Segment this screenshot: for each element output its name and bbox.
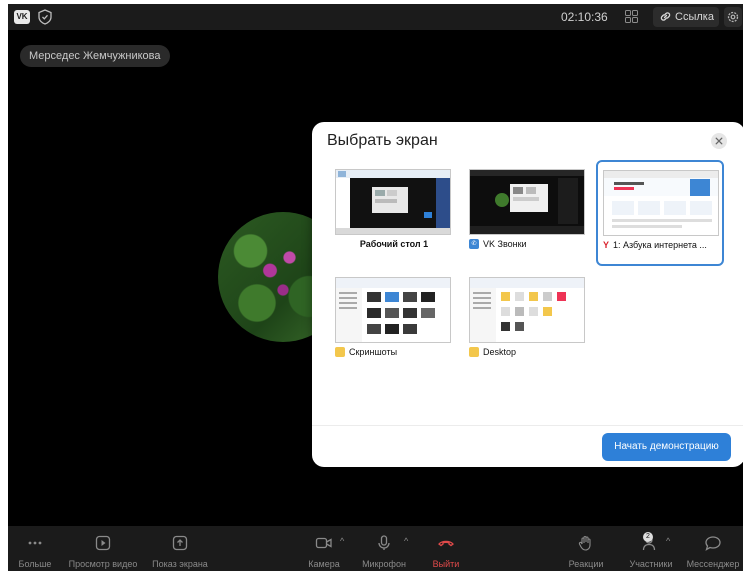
screen-source-label: Desktop	[469, 347, 587, 357]
microphone-options-chevron-icon[interactable]: ^	[404, 536, 408, 546]
top-bar: VK 02:10:36 Ссылка	[8, 4, 743, 30]
screen-source-name: Рабочий стол 1	[359, 239, 429, 249]
screen-source-label: ✆ VK Звонки	[469, 239, 587, 249]
dialog-title: Выбрать экран	[327, 132, 438, 149]
start-demonstration-button[interactable]: Начать демонстрацию	[602, 433, 731, 461]
copy-link-button[interactable]: Ссылка	[653, 7, 719, 27]
reactions-button[interactable]: Реакции	[564, 526, 608, 571]
camera-button[interactable]: Камера	[304, 526, 344, 571]
shield-icon[interactable]	[38, 9, 52, 25]
window-preview-thumbnail	[335, 277, 451, 343]
messenger-label: Мессенджер	[686, 559, 740, 569]
messenger-button[interactable]: Мессенджер	[684, 526, 742, 571]
participants-label: Участники	[629, 559, 673, 569]
participants-button[interactable]: 2 Участники	[626, 526, 676, 571]
participants-options-chevron-icon[interactable]: ^	[666, 536, 670, 546]
close-icon	[715, 137, 723, 145]
watch-video-label: Просмотр видео	[68, 559, 138, 569]
microphone-label: Микрофон	[362, 559, 406, 569]
camera-options-chevron-icon[interactable]: ^	[340, 536, 344, 546]
folder-icon	[469, 347, 479, 357]
yandex-browser-icon: Y	[603, 240, 610, 250]
screen-source-desktop-1[interactable]: Рабочий стол 1	[329, 160, 457, 266]
dialog-divider	[312, 425, 743, 426]
more-label: Больше	[18, 559, 52, 569]
reactions-label: Реакции	[568, 559, 604, 569]
link-icon	[660, 12, 671, 21]
share-screen-button[interactable]: Показ экрана	[148, 526, 212, 571]
window-preview-thumbnail	[469, 277, 585, 343]
screen-source-browser-window[interactable]: Y 1: Азбука интернета ...	[596, 160, 724, 266]
leave-call-button[interactable]: Выйти	[428, 526, 464, 571]
screen-source-name: VK Звонки	[483, 239, 527, 249]
participant-name-badge: Мерседес Жемчужникова	[20, 45, 170, 67]
bottom-toolbar: Больше Просмотр видео Показ экрана Камер…	[8, 526, 743, 571]
screen-source-label: Y 1: Азбука интернета ...	[603, 240, 721, 250]
share-screen-label: Показ экрана	[152, 559, 208, 569]
screen-source-name: Скриншоты	[349, 347, 398, 357]
select-screen-dialog: Выбрать экран Рабочий стол 1 ✆ VK Звонки…	[312, 122, 743, 467]
more-button[interactable]: Больше	[14, 526, 56, 571]
dialog-close-button[interactable]	[711, 133, 727, 149]
screen-preview-thumbnail	[335, 169, 451, 235]
copy-link-label: Ссылка	[675, 11, 714, 23]
watch-video-button[interactable]: Просмотр видео	[66, 526, 140, 571]
vk-calls-icon: ✆	[469, 239, 479, 249]
screen-source-label: Скриншоты	[335, 347, 453, 357]
screen-source-vk-calls[interactable]: ✆ VK Звонки	[463, 160, 591, 266]
leave-label: Выйти	[432, 559, 460, 569]
microphone-button[interactable]: Микрофон	[360, 526, 408, 571]
grid-view-icon[interactable]	[625, 10, 638, 23]
video-playback-icon	[95, 535, 111, 551]
vk-logo-icon: VK	[14, 10, 30, 24]
folder-icon	[335, 347, 345, 357]
chat-icon	[705, 536, 721, 551]
window-preview-thumbnail	[603, 170, 719, 236]
window-preview-thumbnail	[469, 169, 585, 235]
screen-source-name: 1: Азбука интернета ...	[613, 240, 707, 250]
camera-label: Камера	[308, 559, 340, 569]
screen-source-label: Рабочий стол 1	[335, 239, 453, 249]
participants-count-badge: 2	[643, 532, 653, 542]
gear-icon	[727, 11, 739, 23]
camera-icon	[315, 537, 332, 549]
screen-source-screenshots-folder[interactable]: Скриншоты	[329, 268, 457, 374]
call-timer: 02:10:36	[561, 10, 608, 24]
hang-up-icon	[438, 540, 454, 547]
hand-reaction-icon	[578, 535, 591, 551]
screen-source-desktop-folder[interactable]: Desktop	[463, 268, 591, 374]
microphone-icon	[378, 535, 390, 550]
share-screen-icon	[172, 535, 188, 551]
more-icon	[28, 541, 42, 545]
screen-source-name: Desktop	[483, 347, 517, 357]
settings-button[interactable]	[724, 7, 742, 27]
call-window: VK 02:10:36 Ссылка Мерседес Жемчужникова	[8, 4, 743, 571]
